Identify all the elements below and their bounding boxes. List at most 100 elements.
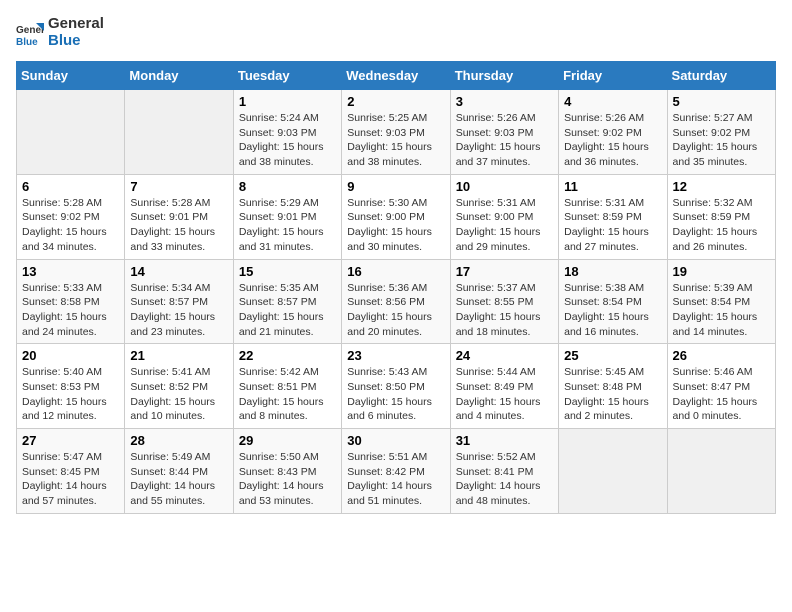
sunrise-text: Sunrise: 5:44 AM xyxy=(456,366,536,378)
sunset-text: Sunset: 8:54 PM xyxy=(564,296,642,308)
sunset-text: Sunset: 9:03 PM xyxy=(347,127,425,139)
logo-general: General xyxy=(48,16,104,33)
day-number: 21 xyxy=(130,348,227,363)
sunset-text: Sunset: 9:01 PM xyxy=(130,211,208,223)
daylight-text: Daylight: 15 hours and 8 minutes. xyxy=(239,396,324,423)
sunset-text: Sunset: 9:00 PM xyxy=(456,211,534,223)
calendar-week-4: 20 Sunrise: 5:40 AM Sunset: 8:53 PM Dayl… xyxy=(17,344,776,429)
day-number: 27 xyxy=(22,433,119,448)
day-number: 28 xyxy=(130,433,227,448)
day-number: 26 xyxy=(673,348,770,363)
day-info: Sunrise: 5:44 AM Sunset: 8:49 PM Dayligh… xyxy=(456,365,553,424)
sunset-text: Sunset: 8:55 PM xyxy=(456,296,534,308)
weekday-sunday: Sunday xyxy=(17,62,125,90)
sunrise-text: Sunrise: 5:30 AM xyxy=(347,197,427,209)
sunset-text: Sunset: 8:48 PM xyxy=(564,381,642,393)
weekday-saturday: Saturday xyxy=(667,62,775,90)
day-number: 18 xyxy=(564,264,661,279)
calendar-cell: 24 Sunrise: 5:44 AM Sunset: 8:49 PM Dayl… xyxy=(450,344,558,429)
calendar-cell: 9 Sunrise: 5:30 AM Sunset: 9:00 PM Dayli… xyxy=(342,174,450,259)
day-info: Sunrise: 5:36 AM Sunset: 8:56 PM Dayligh… xyxy=(347,281,444,340)
calendar-cell: 22 Sunrise: 5:42 AM Sunset: 8:51 PM Dayl… xyxy=(233,344,341,429)
calendar-cell: 7 Sunrise: 5:28 AM Sunset: 9:01 PM Dayli… xyxy=(125,174,233,259)
day-number: 12 xyxy=(673,179,770,194)
day-info: Sunrise: 5:43 AM Sunset: 8:50 PM Dayligh… xyxy=(347,365,444,424)
calendar-cell: 13 Sunrise: 5:33 AM Sunset: 8:58 PM Dayl… xyxy=(17,259,125,344)
sunset-text: Sunset: 8:51 PM xyxy=(239,381,317,393)
calendar-cell xyxy=(559,429,667,514)
daylight-text: Daylight: 15 hours and 10 minutes. xyxy=(130,396,215,423)
daylight-text: Daylight: 15 hours and 16 minutes. xyxy=(564,311,649,338)
sunrise-text: Sunrise: 5:43 AM xyxy=(347,366,427,378)
day-number: 6 xyxy=(22,179,119,194)
calendar-cell: 26 Sunrise: 5:46 AM Sunset: 8:47 PM Dayl… xyxy=(667,344,775,429)
logo: General Blue General Blue xyxy=(16,16,104,49)
daylight-text: Daylight: 15 hours and 38 minutes. xyxy=(239,141,324,168)
day-info: Sunrise: 5:37 AM Sunset: 8:55 PM Dayligh… xyxy=(456,281,553,340)
day-number: 15 xyxy=(239,264,336,279)
calendar-cell: 3 Sunrise: 5:26 AM Sunset: 9:03 PM Dayli… xyxy=(450,90,558,175)
day-number: 20 xyxy=(22,348,119,363)
daylight-text: Daylight: 15 hours and 0 minutes. xyxy=(673,396,758,423)
day-info: Sunrise: 5:32 AM Sunset: 8:59 PM Dayligh… xyxy=(673,196,770,255)
sunset-text: Sunset: 9:03 PM xyxy=(239,127,317,139)
daylight-text: Daylight: 15 hours and 38 minutes. xyxy=(347,141,432,168)
day-number: 1 xyxy=(239,94,336,109)
day-number: 31 xyxy=(456,433,553,448)
day-info: Sunrise: 5:42 AM Sunset: 8:51 PM Dayligh… xyxy=(239,365,336,424)
day-info: Sunrise: 5:49 AM Sunset: 8:44 PM Dayligh… xyxy=(130,450,227,509)
sunset-text: Sunset: 8:47 PM xyxy=(673,381,751,393)
sunset-text: Sunset: 8:49 PM xyxy=(456,381,534,393)
day-info: Sunrise: 5:33 AM Sunset: 8:58 PM Dayligh… xyxy=(22,281,119,340)
calendar-cell: 15 Sunrise: 5:35 AM Sunset: 8:57 PM Dayl… xyxy=(233,259,341,344)
calendar-cell: 29 Sunrise: 5:50 AM Sunset: 8:43 PM Dayl… xyxy=(233,429,341,514)
sunset-text: Sunset: 8:58 PM xyxy=(22,296,100,308)
calendar-cell: 14 Sunrise: 5:34 AM Sunset: 8:57 PM Dayl… xyxy=(125,259,233,344)
daylight-text: Daylight: 14 hours and 55 minutes. xyxy=(130,480,215,507)
daylight-text: Daylight: 15 hours and 21 minutes. xyxy=(239,311,324,338)
daylight-text: Daylight: 14 hours and 57 minutes. xyxy=(22,480,107,507)
sunset-text: Sunset: 9:02 PM xyxy=(564,127,642,139)
sunset-text: Sunset: 8:57 PM xyxy=(130,296,208,308)
daylight-text: Daylight: 15 hours and 30 minutes. xyxy=(347,226,432,253)
sunset-text: Sunset: 8:54 PM xyxy=(673,296,751,308)
daylight-text: Daylight: 15 hours and 34 minutes. xyxy=(22,226,107,253)
calendar-week-1: 1 Sunrise: 5:24 AM Sunset: 9:03 PM Dayli… xyxy=(17,90,776,175)
calendar-cell: 19 Sunrise: 5:39 AM Sunset: 8:54 PM Dayl… xyxy=(667,259,775,344)
sunrise-text: Sunrise: 5:33 AM xyxy=(22,282,102,294)
day-info: Sunrise: 5:24 AM Sunset: 9:03 PM Dayligh… xyxy=(239,111,336,170)
day-info: Sunrise: 5:52 AM Sunset: 8:41 PM Dayligh… xyxy=(456,450,553,509)
day-number: 7 xyxy=(130,179,227,194)
calendar-cell: 17 Sunrise: 5:37 AM Sunset: 8:55 PM Dayl… xyxy=(450,259,558,344)
calendar-cell: 2 Sunrise: 5:25 AM Sunset: 9:03 PM Dayli… xyxy=(342,90,450,175)
calendar-cell: 8 Sunrise: 5:29 AM Sunset: 9:01 PM Dayli… xyxy=(233,174,341,259)
sunrise-text: Sunrise: 5:35 AM xyxy=(239,282,319,294)
day-info: Sunrise: 5:31 AM Sunset: 9:00 PM Dayligh… xyxy=(456,196,553,255)
sunrise-text: Sunrise: 5:45 AM xyxy=(564,366,644,378)
sunrise-text: Sunrise: 5:40 AM xyxy=(22,366,102,378)
daylight-text: Daylight: 15 hours and 2 minutes. xyxy=(564,396,649,423)
sunrise-text: Sunrise: 5:27 AM xyxy=(673,112,753,124)
page-header: General Blue General Blue xyxy=(16,16,776,49)
weekday-wednesday: Wednesday xyxy=(342,62,450,90)
daylight-text: Daylight: 15 hours and 27 minutes. xyxy=(564,226,649,253)
day-info: Sunrise: 5:26 AM Sunset: 9:03 PM Dayligh… xyxy=(456,111,553,170)
day-info: Sunrise: 5:28 AM Sunset: 9:01 PM Dayligh… xyxy=(130,196,227,255)
sunrise-text: Sunrise: 5:38 AM xyxy=(564,282,644,294)
weekday-monday: Monday xyxy=(125,62,233,90)
calendar-cell: 5 Sunrise: 5:27 AM Sunset: 9:02 PM Dayli… xyxy=(667,90,775,175)
sunrise-text: Sunrise: 5:42 AM xyxy=(239,366,319,378)
day-number: 16 xyxy=(347,264,444,279)
sunrise-text: Sunrise: 5:39 AM xyxy=(673,282,753,294)
day-info: Sunrise: 5:25 AM Sunset: 9:03 PM Dayligh… xyxy=(347,111,444,170)
sunset-text: Sunset: 8:42 PM xyxy=(347,466,425,478)
sunset-text: Sunset: 8:56 PM xyxy=(347,296,425,308)
calendar-cell: 10 Sunrise: 5:31 AM Sunset: 9:00 PM Dayl… xyxy=(450,174,558,259)
daylight-text: Daylight: 15 hours and 33 minutes. xyxy=(130,226,215,253)
sunset-text: Sunset: 8:43 PM xyxy=(239,466,317,478)
sunset-text: Sunset: 9:01 PM xyxy=(239,211,317,223)
calendar-cell: 31 Sunrise: 5:52 AM Sunset: 8:41 PM Dayl… xyxy=(450,429,558,514)
daylight-text: Daylight: 15 hours and 6 minutes. xyxy=(347,396,432,423)
daylight-text: Daylight: 15 hours and 35 minutes. xyxy=(673,141,758,168)
calendar-cell xyxy=(667,429,775,514)
